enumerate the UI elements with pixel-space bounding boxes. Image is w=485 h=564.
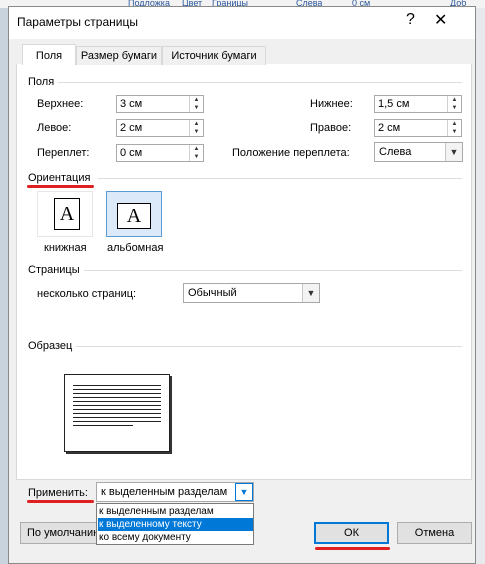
ok-button[interactable]: ОК	[314, 522, 389, 544]
landscape-option[interactable]: A	[106, 191, 162, 237]
gutter-label: Переплет:	[37, 147, 90, 159]
preview-group-line	[76, 346, 462, 347]
left-margin-value: 2 см	[120, 122, 143, 134]
set-default-button[interactable]: По умолчанию	[20, 522, 100, 544]
gutter-position-value: Слева	[379, 146, 412, 158]
spinner-buttons: ▲ ▼	[189, 145, 203, 161]
spin-down-icon[interactable]: ▼	[448, 128, 461, 136]
pages-group-line	[84, 270, 462, 271]
gutter-spinner[interactable]: 0 см ▲ ▼	[116, 144, 204, 162]
top-margin-spinner[interactable]: 3 см ▲ ▼	[116, 95, 204, 113]
portrait-label: книжная	[44, 242, 87, 254]
landscape-label: альбомная	[107, 242, 164, 254]
pages-group-label: Страницы	[28, 264, 80, 276]
top-margin-label: Верхнее:	[37, 98, 84, 110]
apply-to-value: к выделенным разделам	[101, 486, 228, 498]
spin-down-icon[interactable]: ▼	[190, 153, 203, 161]
red-underline-orientation	[27, 185, 94, 188]
preview-line	[73, 397, 161, 398]
multiple-pages-select[interactable]: Обычный ▼	[183, 283, 320, 303]
apply-option-whole-document[interactable]: ко всему документу	[98, 531, 253, 544]
preview-line	[73, 389, 161, 390]
right-margin-label: Правое:	[310, 122, 352, 134]
help-button[interactable]: ?	[406, 11, 415, 29]
spinner-buttons: ▲ ▼	[447, 96, 461, 112]
orientation-group-line	[98, 178, 462, 179]
spinner-buttons: ▲ ▼	[189, 120, 203, 136]
multiple-pages-value: Обычный	[188, 287, 237, 299]
orientation-group-label: Ориентация	[28, 172, 91, 184]
multiple-pages-label: несколько страниц:	[37, 288, 137, 300]
preview-group-label: Образец	[28, 340, 73, 352]
spin-up-icon[interactable]: ▲	[190, 120, 203, 128]
chevron-down-icon: ▼	[445, 143, 462, 161]
tab-paper-size[interactable]: Размер бумаги	[76, 46, 162, 65]
left-margin-label: Левое:	[37, 122, 72, 134]
apply-to-dropdown-list: к выделенным разделам к выделенному текс…	[96, 503, 254, 545]
background-right-pane	[476, 8, 485, 564]
gutter-position-select[interactable]: Слева ▼	[374, 142, 463, 162]
bottom-margin-value: 1,5 см	[378, 98, 410, 110]
preview-line	[73, 413, 161, 414]
apply-option-selected-sections[interactable]: к выделенным разделам	[98, 505, 253, 518]
spin-up-icon[interactable]: ▲	[190, 145, 203, 153]
preview-line	[73, 417, 161, 418]
spin-down-icon[interactable]: ▼	[190, 104, 203, 112]
preview-line	[73, 401, 161, 402]
dialog-title: Параметры страницы	[17, 15, 138, 29]
spinner-buttons: ▲ ▼	[189, 96, 203, 112]
red-underline-ok	[315, 547, 390, 550]
spin-up-icon[interactable]: ▲	[448, 120, 461, 128]
chevron-down-icon: ▼	[235, 483, 253, 501]
bottom-margin-spinner[interactable]: 1,5 см ▲ ▼	[374, 95, 462, 113]
landscape-page-icon: A	[117, 203, 151, 229]
gutter-position-label: Положение переплета:	[232, 147, 350, 159]
preview-line	[73, 405, 161, 406]
spin-down-icon[interactable]: ▼	[448, 104, 461, 112]
gutter-value: 0 см	[120, 147, 143, 159]
cancel-button[interactable]: Отмена	[397, 522, 472, 544]
portrait-page-icon: A	[54, 198, 80, 230]
top-margin-value: 3 см	[120, 98, 143, 110]
preview-line	[73, 385, 161, 386]
tab-margins[interactable]: Поля	[22, 44, 76, 65]
page-preview	[64, 374, 170, 452]
margins-group-line	[58, 82, 462, 83]
preview-line	[73, 425, 133, 426]
apply-to-select[interactable]: к выделенным разделам ▼	[96, 482, 254, 502]
right-margin-spinner[interactable]: 2 см ▲ ▼	[374, 119, 462, 137]
apply-to-label: Применить:	[28, 487, 88, 499]
margins-group-label: Поля	[28, 76, 55, 88]
spin-up-icon[interactable]: ▲	[190, 96, 203, 104]
bottom-margin-label: Нижнее:	[310, 98, 353, 110]
right-margin-value: 2 см	[378, 122, 401, 134]
preview-line	[73, 393, 161, 394]
close-icon[interactable]: ✕	[434, 10, 447, 30]
spinner-buttons: ▲ ▼	[447, 120, 461, 136]
red-underline-apply	[27, 500, 94, 503]
spin-up-icon[interactable]: ▲	[448, 96, 461, 104]
portrait-option[interactable]: A	[37, 191, 93, 237]
left-margin-spinner[interactable]: 2 см ▲ ▼	[116, 119, 204, 137]
chevron-down-icon: ▼	[302, 284, 319, 302]
tab-paper-source[interactable]: Источник бумаги	[162, 46, 266, 65]
apply-option-selected-text[interactable]: к выделенному тексту	[98, 518, 253, 531]
preview-line	[73, 409, 161, 410]
preview-line	[73, 421, 161, 422]
spin-down-icon[interactable]: ▼	[190, 128, 203, 136]
